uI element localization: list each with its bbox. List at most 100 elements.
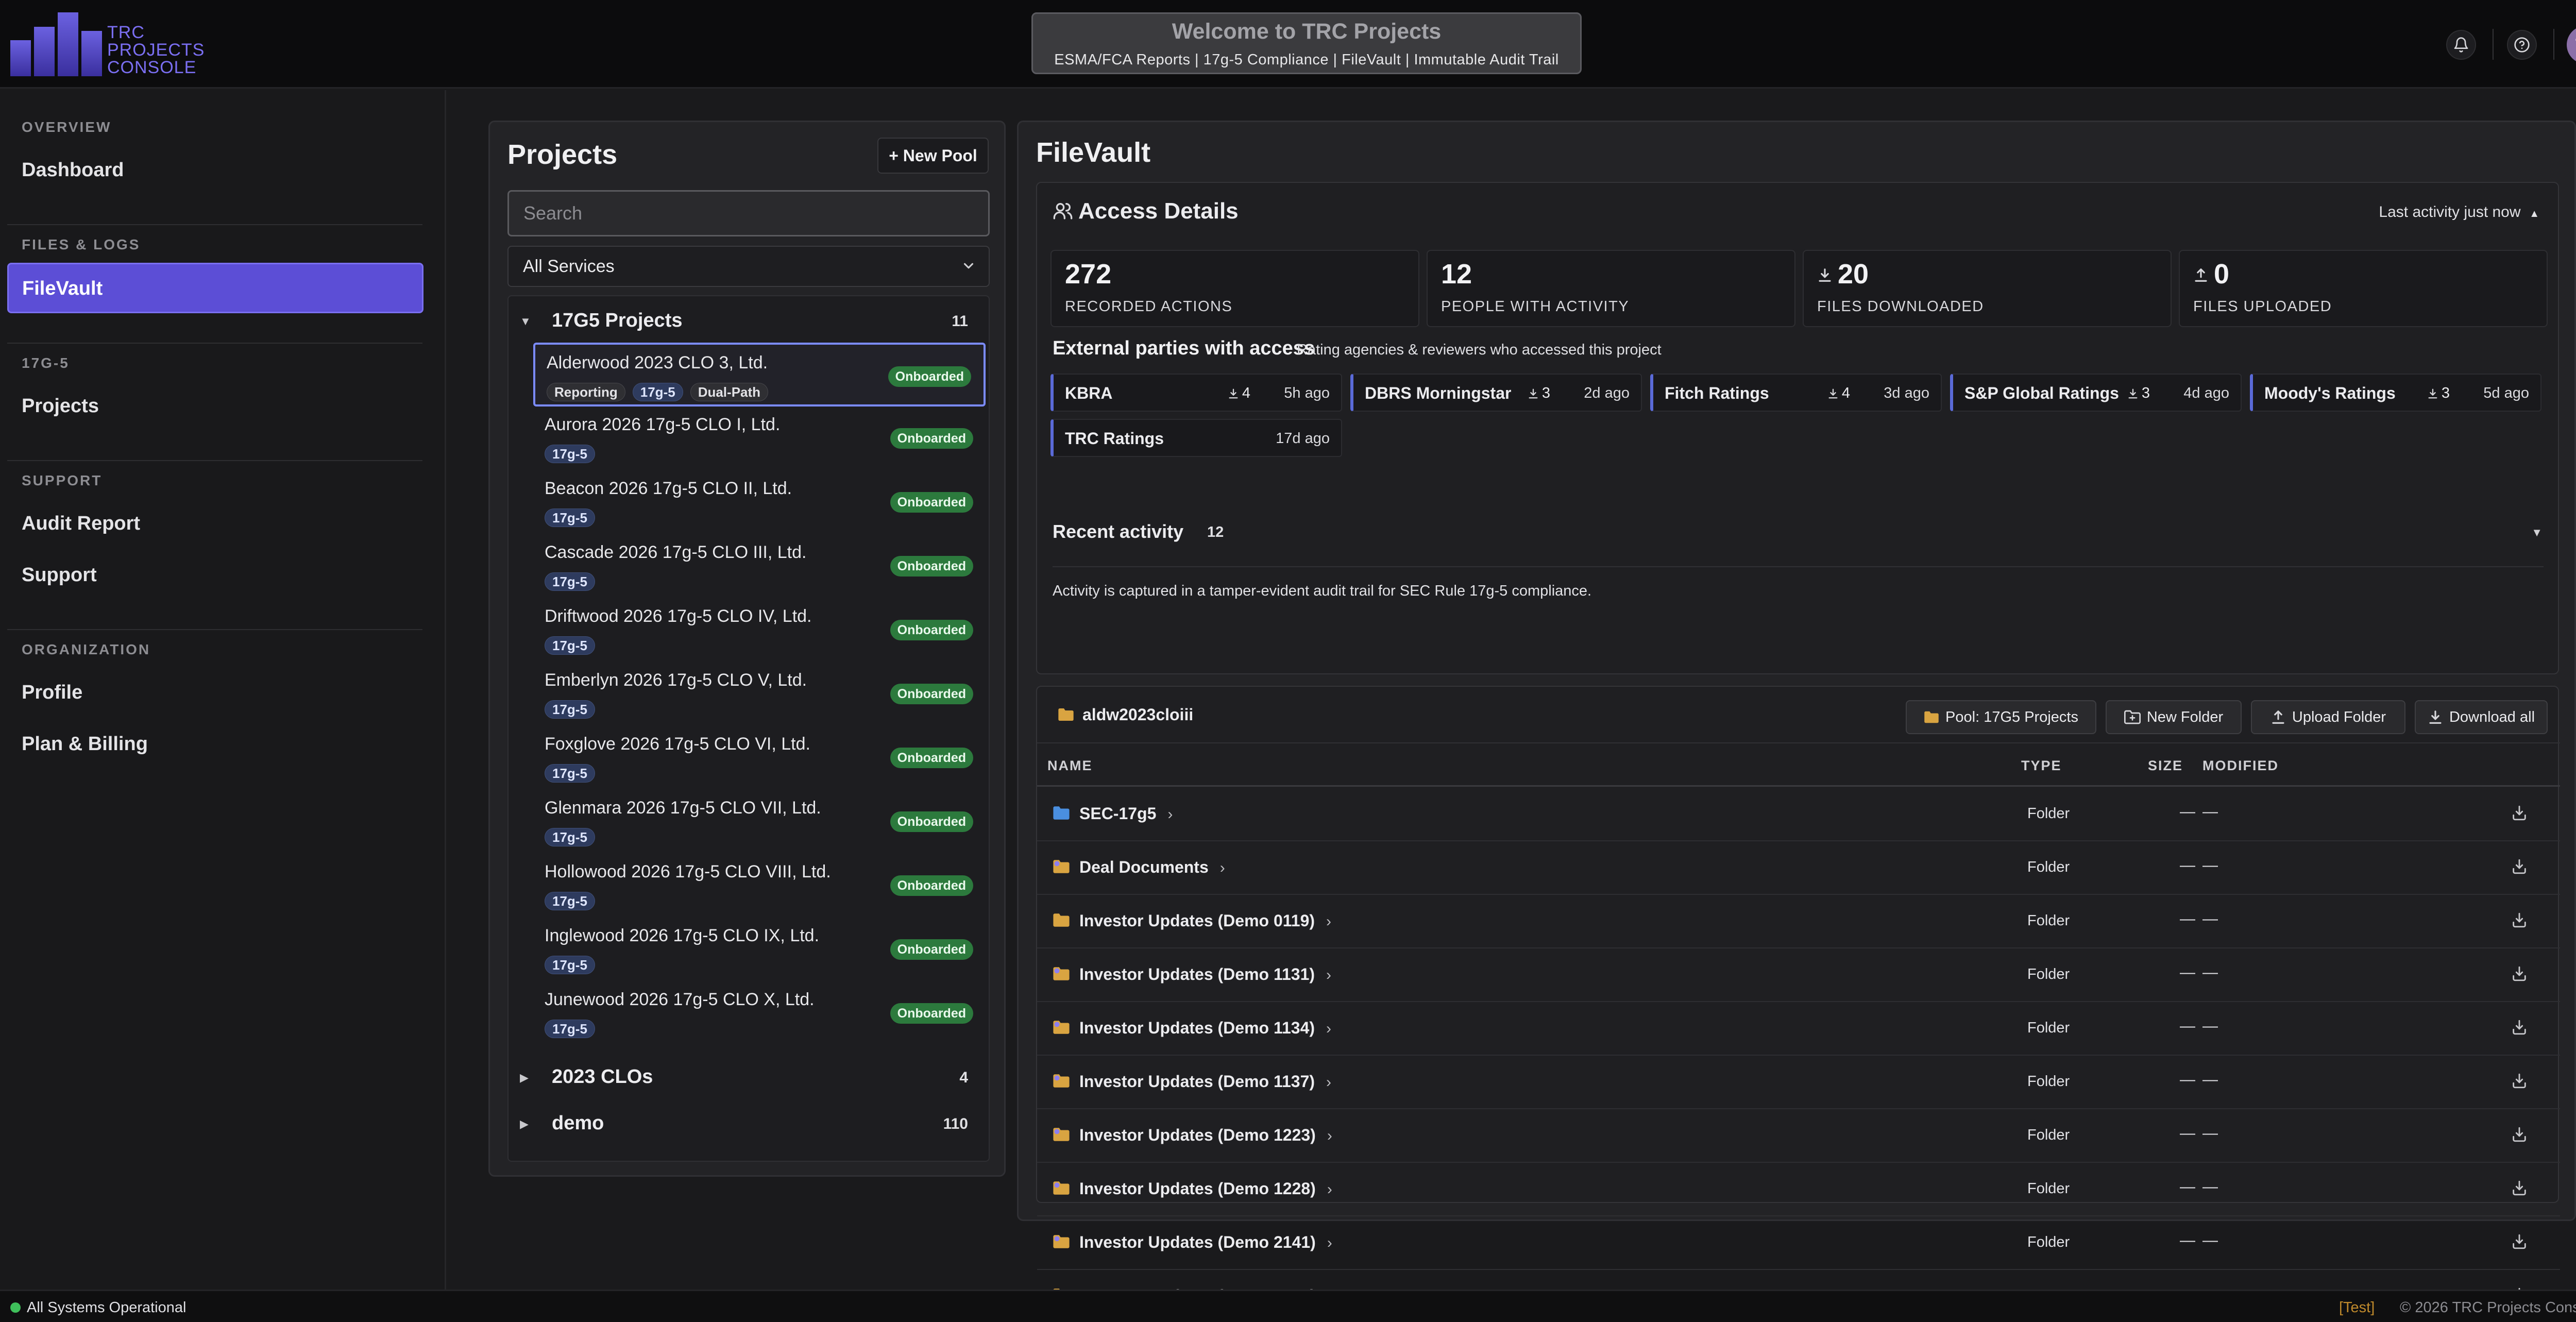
table-row[interactable]: Investor Updates (Demo 1137) › Folder — — — [1037, 1056, 2560, 1109]
party-card[interactable]: Moody's Ratings 3 5d ago — [2250, 374, 2541, 412]
project-item[interactable]: Junewood 2026 17g-5 CLO X, Ltd. 17g-5 Onbo… — [533, 981, 986, 1045]
project-tag: 17g-5 — [545, 764, 595, 783]
project-item[interactable]: Emberlyn 2026 17g-5 CLO V, Ltd. 17g-5 Onbo… — [533, 662, 986, 726]
column-header-size[interactable]: SIZE — [2148, 758, 2183, 774]
environment-label: [Test] — [2339, 1299, 2375, 1316]
column-header-type[interactable]: TYPE — [2021, 758, 2062, 774]
party-download-count: 3 — [1528, 385, 1550, 402]
modified-cell: — — [2202, 1232, 2218, 1249]
chevron-right-icon: › — [1327, 1127, 1332, 1144]
project-item[interactable]: Inglewood 2026 17g-5 CLO IX, Ltd. 17g-5 On… — [533, 918, 986, 981]
party-card[interactable]: Fitch Ratings 4 3d ago — [1650, 374, 1942, 412]
download-icon[interactable] — [2511, 1072, 2528, 1090]
project-name: Glenmara 2026 17g-5 CLO VII, Ltd. — [545, 798, 821, 818]
download-icon[interactable] — [2511, 858, 2528, 875]
project-item[interactable]: Cascade 2026 17g-5 CLO III, Ltd. 17g-5 Onb… — [533, 534, 986, 598]
project-search-input[interactable] — [507, 190, 990, 236]
chevron-right-icon: › — [1167, 806, 1173, 823]
project-item[interactable]: Alderwood 2023 CLO 3, Ltd. Reporting 17g-5… — [533, 343, 986, 406]
folder-name: Investor Updates (Demo 1131) — [1079, 965, 1315, 984]
party-last-access: 17d ago — [1276, 430, 1330, 447]
service-filter-select[interactable]: All Services — [507, 246, 990, 287]
party-card[interactable]: TRC Ratings 17d ago — [1050, 419, 1342, 457]
caret-down-icon[interactable]: ▼ — [2531, 526, 2543, 539]
app-logo[interactable]: TRC PROJECTS CONSOLE — [10, 12, 204, 76]
party-card[interactable]: S&P Global Ratings 3 4d ago — [1950, 374, 2242, 412]
sidebar-item-dashboard[interactable]: Dashboard — [22, 159, 124, 181]
table-row[interactable]: Deal Documents › Folder — — — [1037, 841, 2560, 895]
group-row-17g5-projects[interactable]: ▼ 17G5 Projects 11 — [509, 300, 991, 342]
download-icon[interactable] — [2511, 1233, 2528, 1250]
table-row[interactable]: Investor Updates (Demo 1134) › Folder — — — [1037, 1002, 2560, 1056]
new-folder-button[interactable]: New Folder — [2106, 700, 2242, 734]
shared-folder-icon — [1053, 1074, 1070, 1088]
folder-name-cell: Investor Updates (Demo 1228) › — [1079, 1179, 1332, 1198]
table-row[interactable]: Investor Updates (Demo 0119) › Folder — — — [1037, 895, 2560, 948]
sidebar-item-projects[interactable]: Projects — [22, 395, 99, 417]
project-name: Alderwood 2023 CLO 3, Ltd. — [547, 353, 768, 372]
download-icon[interactable] — [2511, 1126, 2528, 1143]
pool-button[interactable]: Pool: 17G5 Projects — [1906, 700, 2096, 734]
sidebar-item-support[interactable]: Support — [22, 564, 97, 586]
project-item[interactable]: Aurora 2026 17g-5 CLO I, Ltd. 17g-5 Onboar… — [533, 406, 986, 470]
project-name: Aurora 2026 17g-5 CLO I, Ltd. — [545, 415, 781, 434]
party-last-access: 4d ago — [2183, 385, 2229, 401]
party-download-count: 4 — [1827, 385, 1850, 402]
user-avatar[interactable]: TU — [2567, 26, 2576, 64]
folder-toolbar: aldw2023cloiii Pool: 17G5 Projects New F… — [1037, 687, 2560, 743]
upload-folder-button[interactable]: Upload Folder — [2251, 700, 2405, 734]
size-cell: — — [2180, 910, 2195, 927]
column-header-modified[interactable]: MODIFIED — [2202, 758, 2279, 774]
new-pool-button[interactable]: + New Pool — [877, 138, 989, 174]
party-card[interactable]: DBRS Morningstar 3 2d ago — [1350, 374, 1642, 412]
download-icon[interactable] — [2511, 965, 2528, 982]
project-item[interactable]: Driftwood 2026 17g-5 CLO IV, Ltd. 17g-5 On… — [533, 598, 986, 662]
download-icon[interactable] — [2511, 1019, 2528, 1036]
copyright: © 2026 TRC Projects Console — [2400, 1299, 2576, 1316]
download-icon[interactable] — [2511, 911, 2528, 929]
table-row[interactable]: Investor Updates (Demo 1228) › Folder — — — [1037, 1163, 2560, 1216]
table-row[interactable]: Investor Updates (Demo 2141) › Folder — — — [1037, 1216, 2560, 1270]
blue-folder-icon — [1053, 806, 1070, 820]
nav-heading-overview: OVERVIEW — [22, 119, 112, 135]
project-name: Hollowood 2026 17g-5 CLO VIII, Ltd. — [545, 862, 831, 882]
sidebar-item-profile[interactable]: Profile — [22, 682, 82, 704]
help-icon — [2514, 37, 2530, 53]
party-download-value: 3 — [2141, 385, 2150, 401]
filevault-panel: FileVault Access Details Last activity j… — [1017, 121, 2576, 1305]
project-item[interactable]: Beacon 2026 17g-5 CLO II, Ltd. 17g-5 Onboa… — [533, 470, 986, 534]
project-tag: Reporting — [547, 383, 625, 401]
project-name: Emberlyn 2026 17g-5 CLO V, Ltd. — [545, 670, 807, 690]
chevron-right-icon: › — [1327, 1234, 1332, 1251]
size-cell: — — [2180, 964, 2195, 981]
access-details-toggle[interactable]: Last activity just now ▲ — [2379, 204, 2539, 221]
table-row[interactable]: Investor Updates (Demo 1131) › Folder — — — [1037, 948, 2560, 1002]
project-item[interactable]: Glenmara 2026 17g-5 CLO VII, Ltd. 17g-5 On… — [533, 790, 986, 854]
project-name: Junewood 2026 17g-5 CLO X, Ltd. — [545, 990, 815, 1009]
sidebar-item-filevault[interactable]: FileVault — [7, 263, 423, 313]
stat-label: PEOPLE WITH ACTIVITY — [1441, 298, 1630, 315]
shared-folder-icon — [1053, 860, 1070, 873]
project-item[interactable]: Hollowood 2026 17g-5 CLO VIII, Ltd. 17g-5… — [533, 854, 986, 918]
sidebar-item-plan-billing[interactable]: Plan & Billing — [22, 733, 148, 755]
external-parties-title: External parties with access — [1053, 337, 1315, 359]
download-icon[interactable] — [2511, 804, 2528, 822]
project-item[interactable]: Foxglove 2026 17g-5 CLO VI, Ltd. 17g-5 Onb… — [533, 726, 986, 790]
project-tag: 17g-5 — [545, 636, 595, 655]
recent-activity-title[interactable]: Recent activity — [1053, 521, 1183, 543]
group-row-demo[interactable]: ▶ demo 110 — [509, 1103, 991, 1144]
party-card[interactable]: KBRA 4 5h ago — [1050, 374, 1342, 412]
help-button[interactable] — [2507, 30, 2537, 60]
nav-heading-support: SUPPORT — [22, 472, 103, 488]
column-header-name[interactable]: NAME — [1047, 758, 1093, 774]
notifications-button[interactable] — [2446, 30, 2476, 60]
table-row[interactable]: Investor Updates (Demo 1223) › Folder — — — [1037, 1109, 2560, 1163]
download-icon[interactable] — [2511, 1179, 2528, 1197]
last-activity-text: Last activity just now — [2379, 204, 2521, 221]
status-badge: Onboarded — [890, 1003, 973, 1024]
sidebar-item-audit-report[interactable]: Audit Report — [22, 513, 140, 535]
group-row-2023-clos[interactable]: ▶ 2023 CLOs 4 — [509, 1057, 991, 1098]
folder-name-cell: Deal Documents › — [1079, 858, 1225, 877]
download-all-button[interactable]: Download all — [2415, 700, 2548, 734]
table-row[interactable]: SEC-17g5 › Folder — — — [1037, 788, 2560, 841]
